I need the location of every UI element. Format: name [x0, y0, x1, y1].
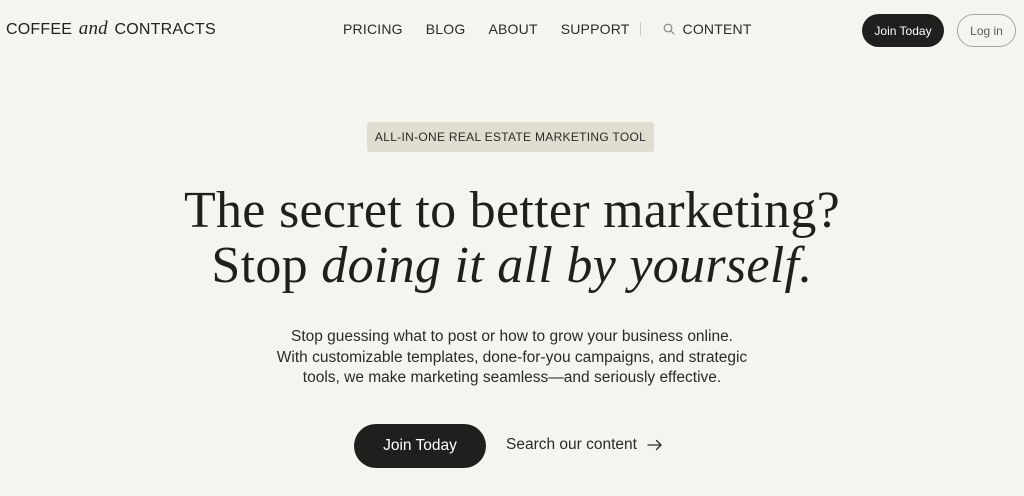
hero-description-line-2: With customizable templates, done-for-yo…: [276, 348, 748, 366]
nav-item-pricing[interactable]: PRICING: [343, 21, 403, 37]
nav-item-content[interactable]: CONTENT: [663, 21, 752, 37]
nav-item-support[interactable]: SUPPORT: [561, 21, 630, 37]
headline-line-2: Stop doing it all by yourself.: [0, 238, 1024, 293]
logo[interactable]: COFFEE and CONTRACTS: [6, 18, 216, 40]
search-content-link[interactable]: Search our content: [506, 436, 663, 454]
hero-description: Stop guessing what to post or how to gro…: [0, 327, 1024, 389]
nav-item-blog[interactable]: BLOG: [426, 21, 466, 37]
nav-item-content-label: CONTENT: [682, 21, 752, 37]
hero-description-line-3: tools, we make marketing seamless—and se…: [302, 369, 722, 386]
join-today-button[interactable]: Join Today: [862, 14, 944, 47]
headline-line-1: The secret to better marketing?: [183, 182, 841, 239]
site-header: COFFEE and CONTRACTS PRICING BLOG ABOUT …: [0, 0, 1024, 60]
logo-word-and: and: [78, 18, 108, 39]
hero-headline: The secret to better marketing? Stop doi…: [0, 183, 1024, 293]
search-icon: [663, 23, 675, 35]
hero-description-line-1: Stop guessing what to post or how to gro…: [290, 328, 733, 345]
logo-word-coffee: COFFEE: [6, 21, 73, 38]
headline-line-2-italic: doing it all by yourself.: [321, 237, 813, 294]
arrow-right-icon: [647, 439, 662, 451]
logo-word-contracts: CONTRACTS: [114, 21, 216, 38]
nav-item-about[interactable]: ABOUT: [488, 21, 537, 37]
main-nav: PRICING BLOG ABOUT SUPPORT CONTENT: [343, 21, 752, 37]
headline-line-2-plain: Stop: [211, 237, 322, 294]
nav-divider: [639, 22, 641, 36]
login-button[interactable]: Log in: [957, 14, 1016, 47]
hero-join-today-button[interactable]: Join Today: [354, 424, 486, 468]
search-content-label: Search our content: [506, 436, 637, 453]
category-badge: ALL-IN-ONE REAL ESTATE MARKETING TOOL: [367, 122, 654, 152]
